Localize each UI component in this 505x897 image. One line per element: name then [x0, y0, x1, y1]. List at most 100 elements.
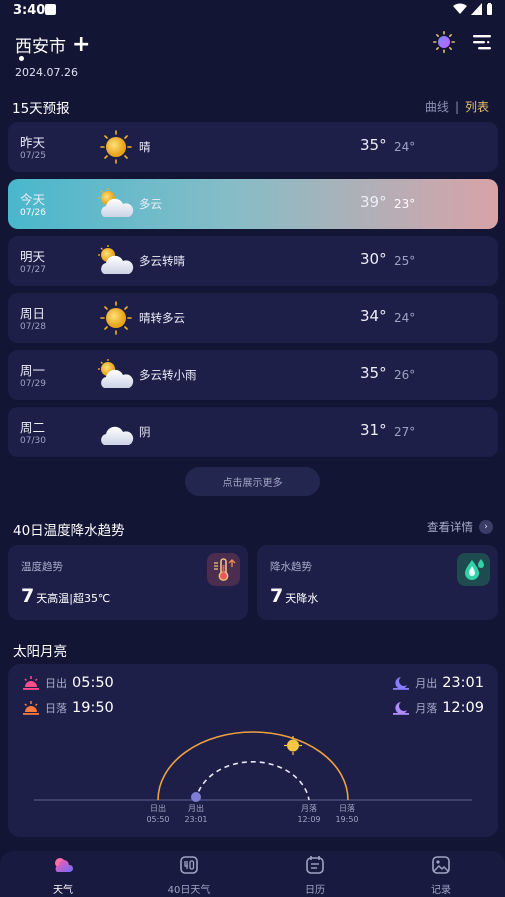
forecast-high: 34°	[360, 307, 387, 325]
cloudy-icon	[101, 426, 134, 445]
rain-trend-value: 7 天降水	[270, 585, 318, 607]
axis-moonset-time: 12:09	[297, 815, 321, 824]
raindrop-icon	[457, 553, 490, 586]
calendar-tab-icon	[306, 856, 324, 874]
rain-trend-card[interactable]: 降水趋势 7 天降水	[257, 545, 498, 620]
sun-moon-arc-chart	[34, 731, 472, 802]
gallery-tab-icon	[432, 856, 450, 874]
theme-sun-icon[interactable]	[433, 31, 455, 53]
axis-moonrise: 月出 23:01	[176, 803, 216, 825]
forecast-condition: 阴	[139, 425, 151, 439]
view-details-link[interactable]: 查看详情 ›	[427, 519, 493, 535]
forty-day-tab-icon	[180, 856, 198, 874]
thermometer-icon	[207, 553, 240, 586]
status-icons	[453, 3, 493, 15]
tab-records-label: 记录	[431, 885, 451, 896]
add-city-icon[interactable]: +	[72, 33, 90, 56]
partly-cloudy-icon	[98, 188, 134, 217]
forecast-high: 31°	[360, 421, 387, 439]
axis-sunset-label: 日落	[339, 804, 355, 813]
bottom-nav: 天气 40日天气 日历 记录	[0, 851, 505, 897]
notification-icon	[45, 4, 56, 15]
tab-records[interactable]: 记录	[406, 855, 476, 896]
forecast-condition: 多云	[139, 197, 162, 211]
partly-cloudy-icon	[98, 245, 134, 274]
forecast-row[interactable]: 周二 07/30 阴 31° 27°	[8, 407, 498, 457]
moon-arc	[195, 761, 310, 801]
trend-title: 40日温度降水趋势	[13, 523, 125, 539]
axis-moonrise-label: 月出	[188, 804, 204, 813]
tab-40-day-label: 40日天气	[167, 885, 211, 896]
axis-moonrise-time: 23:01	[184, 815, 208, 824]
forecast-condition: 多云转小雨	[139, 368, 197, 382]
forecast-date: 07/26	[20, 208, 46, 218]
forecast-date: 07/30	[20, 436, 46, 446]
forecast-low: 26°	[394, 368, 416, 382]
rain-trend-text: 天降水	[285, 592, 319, 605]
forecast-row[interactable]: 昨天 07/25 晴 35° 24°	[8, 122, 498, 172]
axis-sunset: 日落 19:50	[327, 803, 367, 825]
forecast-low: 27°	[394, 425, 416, 439]
forecast-day: 明天	[20, 249, 46, 264]
forecast-high: 35°	[360, 364, 387, 382]
forecast-low: 23°	[394, 197, 416, 211]
temp-trend-number: 7	[21, 585, 35, 607]
tab-calendar-label: 日历	[305, 885, 325, 896]
forecast-low: 25°	[394, 254, 416, 268]
city-name: 西安市	[15, 37, 66, 57]
forecast-day: 今天	[20, 192, 46, 207]
view-details-label: 查看详情	[427, 520, 473, 534]
sun-arc	[157, 731, 349, 801]
forecast-low: 24°	[394, 140, 416, 154]
forecast-day: 昨天	[20, 135, 46, 150]
axis-sunrise-time: 05:50	[146, 815, 170, 824]
forecast-row[interactable]: 周一 07/29 多云转小雨 35° 26°	[8, 350, 498, 400]
temp-trend-title: 温度趋势	[21, 561, 63, 573]
forecast-day: 周一	[20, 363, 46, 378]
rain-trend-title: 降水趋势	[270, 561, 312, 573]
axis-sunrise-label: 日出	[150, 804, 166, 813]
forecast-row[interactable]: 今天 07/26 多云 39° 23°	[8, 179, 498, 229]
city-selector[interactable]: 西安市 +	[15, 32, 90, 57]
tab-weather-label: 天气	[53, 885, 73, 896]
partly-cloudy-icon	[98, 359, 134, 388]
temp-trend-card[interactable]: 温度趋势 7 天高温|超35℃	[8, 545, 248, 620]
tab-weather[interactable]: 天气	[28, 855, 98, 896]
settings-menu-icon[interactable]	[473, 34, 491, 50]
toggle-curve[interactable]: 曲线	[425, 98, 449, 115]
signal-icon	[471, 3, 482, 15]
sunmoon-title: 太阳月亮	[13, 644, 67, 660]
status-time: 3:40	[13, 3, 46, 18]
toggle-list[interactable]: 列表	[465, 98, 489, 115]
moon-position-icon	[191, 792, 201, 802]
temp-trend-value: 7 天高温|超35℃	[21, 585, 110, 607]
forecast-low: 24°	[394, 311, 416, 325]
forecast-row[interactable]: 周日 07/28 晴转多云 34° 24°	[8, 293, 498, 343]
tab-40-day[interactable]: 40日天气	[154, 855, 224, 896]
chevron-right-icon: ›	[479, 520, 493, 534]
forecast-condition: 多云转晴	[139, 254, 185, 268]
forecast-date: 07/27	[20, 265, 46, 275]
battery-icon	[487, 3, 492, 15]
axis-moonset: 月落 12:09	[289, 803, 329, 825]
tab-calendar[interactable]: 日历	[280, 855, 350, 896]
forecast-high: 39°	[360, 193, 387, 211]
toggle-separator: |	[454, 99, 459, 114]
show-more-button[interactable]: 点击展示更多	[185, 467, 320, 496]
forecast-high: 35°	[360, 136, 387, 154]
header-date: 2024.07.26	[15, 66, 78, 79]
temp-trend-text: 天高温|超35℃	[36, 592, 111, 605]
axis-sunset-time: 19:50	[335, 815, 359, 824]
sunny-icon	[100, 130, 132, 164]
axis-sunrise: 日出 05:50	[138, 803, 178, 825]
page-indicator-dot	[19, 56, 24, 61]
rain-trend-number: 7	[270, 585, 284, 607]
forecast-day: 周日	[20, 306, 46, 321]
forecast-row[interactable]: 明天 07/27 多云转晴 30° 25°	[8, 236, 498, 286]
sun-moon-card: 日出 05:50 日落 19:50 月出 23:01 月落 12:09 日出 0…	[8, 664, 498, 837]
forecast-day: 周二	[20, 420, 46, 435]
view-toggle[interactable]: 曲线 | 列表	[425, 98, 489, 115]
sun-position-icon	[284, 736, 302, 755]
forecast-high: 30°	[360, 250, 387, 268]
forecast-date: 07/28	[20, 322, 46, 332]
